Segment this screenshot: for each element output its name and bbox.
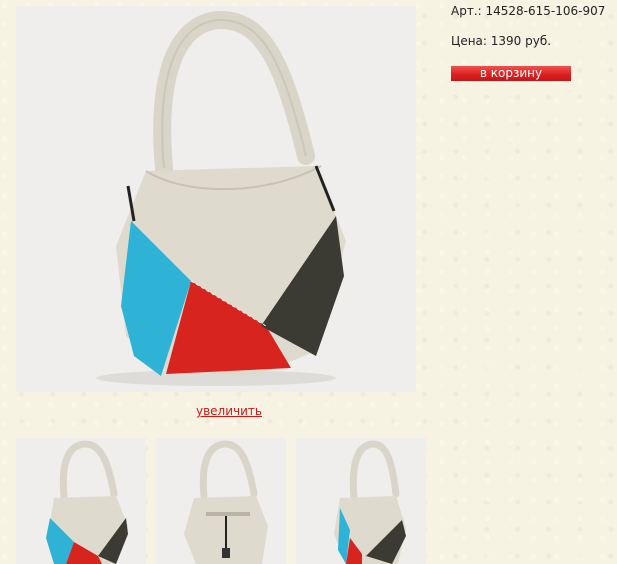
bag-back-thumbnail-image — [156, 438, 286, 564]
bag-front-thumbnail-image — [16, 438, 146, 564]
product-price: Цена: 1390 руб. — [451, 34, 552, 48]
product-sku: Арт.: 14528-615-106-907 — [451, 4, 606, 18]
add-to-cart-button[interactable]: в корзину — [451, 66, 571, 81]
thumbnail-back[interactable] — [156, 438, 286, 564]
thumbnail-front[interactable] — [16, 438, 146, 564]
bag-side-thumbnail-image — [296, 438, 426, 564]
bag-front-image — [16, 6, 416, 392]
zoom-link[interactable]: увеличить — [196, 404, 262, 418]
thumbnail-side[interactable] — [296, 438, 426, 564]
main-product-photo[interactable] — [16, 6, 416, 392]
